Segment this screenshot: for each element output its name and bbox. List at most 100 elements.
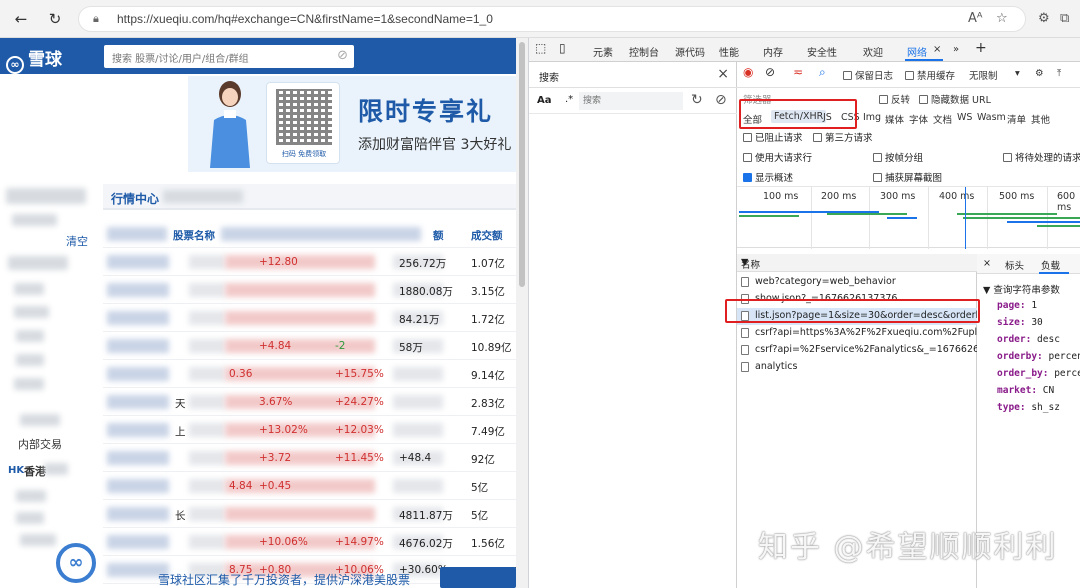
filter-type-4[interactable]: Img xyxy=(863,112,881,123)
tab-security[interactable]: 安全性 xyxy=(807,44,837,59)
table-row[interactable]: +10.06% +14.97% 4676.02万 1.56亿 xyxy=(103,528,516,556)
inspect-icon[interactable]: ⬚ xyxy=(535,41,546,55)
request-row[interactable]: csrf?api=https%3A%2F%2Fxueqiu.com%2Fuplo… xyxy=(737,325,977,342)
filter-type-10[interactable]: 清单 xyxy=(1007,112,1026,126)
table-cell: +15.75% xyxy=(335,368,384,380)
favorite-icon[interactable]: ☆ xyxy=(996,11,1008,26)
filter-type-7[interactable]: 文档 xyxy=(933,112,952,126)
table-row[interactable]: +4.84 -2 58万 10.89亿 xyxy=(103,332,516,360)
table-row[interactable]: 1880.08万 3.15亿 xyxy=(103,276,516,304)
tab-payload[interactable]: 负载 xyxy=(1041,258,1060,272)
clear-link[interactable]: 清空 xyxy=(66,233,88,249)
refresh-icon[interactable]: ↻ xyxy=(44,8,66,30)
site-search-input[interactable]: 搜索 股票/讨论/用户/组合/群组 ⊘ xyxy=(104,45,354,68)
active-detail-tab-indicator xyxy=(1039,272,1069,274)
tab-network[interactable]: 网络 xyxy=(907,44,927,59)
search-icon[interactable]: ⌕ xyxy=(819,65,826,80)
address-bar[interactable]: 🔒︎ https://xueqiu.com/hq#exchange=CN&fir… xyxy=(78,6,1026,32)
sidebar-blur xyxy=(12,214,57,226)
disable-cache-checkbox[interactable]: 禁用缓存 xyxy=(905,68,955,82)
filter-type-5[interactable]: 媒体 xyxy=(885,112,904,126)
screenshots-checkbox[interactable]: 捕获屏幕截图 xyxy=(873,170,942,184)
refresh-search-icon[interactable]: ↻ xyxy=(691,92,703,108)
tab-sources[interactable]: 源代码 xyxy=(675,44,705,59)
param-value: percent xyxy=(1054,368,1080,379)
scroll-thumb[interactable] xyxy=(519,42,525,287)
tab-performance[interactable]: 性能 xyxy=(719,44,739,59)
devtools-search-input[interactable] xyxy=(579,92,683,110)
hide-data-url-checkbox[interactable]: 隐藏数据 URL xyxy=(919,92,991,106)
sort-icon[interactable]: ▼ xyxy=(741,257,971,268)
col-header-amount[interactable]: 额 xyxy=(433,228,444,243)
timeline-gridline xyxy=(928,187,929,249)
add-tab-icon[interactable]: + xyxy=(975,40,987,56)
search-icon[interactable]: ⊘ xyxy=(337,48,348,63)
record-icon[interactable]: ◉ xyxy=(743,65,753,79)
close-icon[interactable]: × xyxy=(717,66,729,82)
table-row[interactable]: 上 +13.02% +12.03% 7.49亿 xyxy=(103,416,516,444)
table-row[interactable]: 天 3.67% +24.27% 2.83亿 xyxy=(103,388,516,416)
table-row[interactable]: 长 4811.87万 5亿 xyxy=(103,500,516,528)
query-params-header[interactable]: ▼ 查询字符串参数 xyxy=(983,282,1060,296)
network-overview-timeline[interactable]: 100 ms 200 ms 300 ms 400 ms 500 ms 600 ms xyxy=(737,186,1080,249)
col-header-name[interactable]: 股票名称 xyxy=(173,228,215,243)
invert-checkbox[interactable]: 反转 xyxy=(879,92,910,106)
sidebar-item-insider[interactable]: 内部交易 xyxy=(18,436,62,452)
filter-type-6[interactable]: 字体 xyxy=(909,112,928,126)
read-aloud-icon[interactable]: Aᴬ xyxy=(968,11,983,26)
clear-search-icon[interactable]: ⊘ xyxy=(715,92,727,108)
col-header-turnover[interactable]: 成交额 xyxy=(471,228,503,243)
blocked-requests-checkbox[interactable]: 已阻止请求 xyxy=(743,130,803,144)
close-detail-icon[interactable]: × xyxy=(983,258,991,269)
request-row[interactable]: analytics xyxy=(737,359,977,376)
tab-console[interactable]: 控制台 xyxy=(629,44,659,59)
site-logo[interactable]: ∞ 雪球 xyxy=(6,45,62,74)
table-row[interactable]: 4.84 +0.45 5亿 xyxy=(103,472,516,500)
table-cell: +11.45% xyxy=(335,452,384,464)
filter-type-11[interactable]: 其他 xyxy=(1031,112,1050,126)
screenshots-label: 捕获屏幕截图 xyxy=(885,173,943,184)
network-conditions-icon[interactable]: ⚙ xyxy=(1035,68,1044,79)
page-scrollbar[interactable] xyxy=(516,38,528,588)
table-row[interactable]: 84.21万 1.72亿 xyxy=(103,304,516,332)
cell-blur xyxy=(225,283,375,297)
chevron-down-icon[interactable]: ▾ xyxy=(1015,68,1020,79)
request-row[interactable]: web?category=web_behavior xyxy=(737,274,977,291)
table-row[interactable]: +12.80 256.72万 1.07亿 xyxy=(103,248,516,276)
promo-banner[interactable]: 扫码 免费领取 限时专享礼 添加财富陪伴官 3大好礼 xyxy=(188,76,516,172)
clear-log-icon[interactable]: ⊘ xyxy=(765,65,775,79)
footer-button[interactable] xyxy=(440,567,516,588)
table-row[interactable]: 0.36 +15.75% 9.14亿 xyxy=(103,360,516,388)
third-party-checkbox[interactable]: 第三方请求 xyxy=(813,130,873,144)
cell-blur xyxy=(189,283,225,297)
pending-checkbox[interactable]: 将待处理的请求 xyxy=(1003,150,1080,164)
throttle-select[interactable]: 无限制 xyxy=(969,68,998,82)
filter-type-9[interactable]: Wasm xyxy=(977,112,1006,123)
back-icon[interactable]: ← xyxy=(10,8,32,30)
regex-button[interactable]: .* xyxy=(565,94,573,105)
more-tabs-icon[interactable]: » xyxy=(953,44,959,55)
import-icon[interactable]: ⤒ xyxy=(1057,68,1061,79)
tab-elements[interactable]: 元素 xyxy=(593,44,613,59)
tab-headers[interactable]: 标头 xyxy=(1005,258,1024,272)
group-frame-checkbox[interactable]: 按帧分组 xyxy=(873,150,923,164)
tab-memory[interactable]: 内存 xyxy=(763,44,783,59)
search-tab[interactable]: 搜索 xyxy=(539,69,559,84)
request-row[interactable]: csrf?api=%2Fservice%2Fanalytics&_=167662… xyxy=(737,342,977,359)
match-case-button[interactable]: Aa xyxy=(537,95,552,106)
filter-type-8[interactable]: WS xyxy=(957,112,972,123)
sidebar-item-hk[interactable]: 香港 xyxy=(24,463,46,479)
collections-icon[interactable]: ⧉ xyxy=(1060,11,1069,26)
sidebar-blur xyxy=(8,256,68,270)
filter-icon[interactable]: ≂ xyxy=(793,65,803,79)
big-rows-checkbox[interactable]: 使用大请求行 xyxy=(743,150,812,164)
extensions-icon[interactable]: ⚙ xyxy=(1038,11,1050,26)
query-param: orderby: percent xyxy=(997,351,1080,362)
close-tab-icon[interactable]: × xyxy=(933,44,941,55)
preserve-log-checkbox[interactable]: 保留日志 xyxy=(843,68,893,82)
device-icon[interactable]: ▯ xyxy=(559,41,566,55)
table-row[interactable]: +3.72 +11.45% +48.4 92亿 xyxy=(103,444,516,472)
overview-checkbox[interactable]: 显示概述 xyxy=(743,170,793,184)
group-frame-label: 按帧分组 xyxy=(885,153,924,164)
tab-welcome[interactable]: 欢迎 xyxy=(863,44,883,59)
